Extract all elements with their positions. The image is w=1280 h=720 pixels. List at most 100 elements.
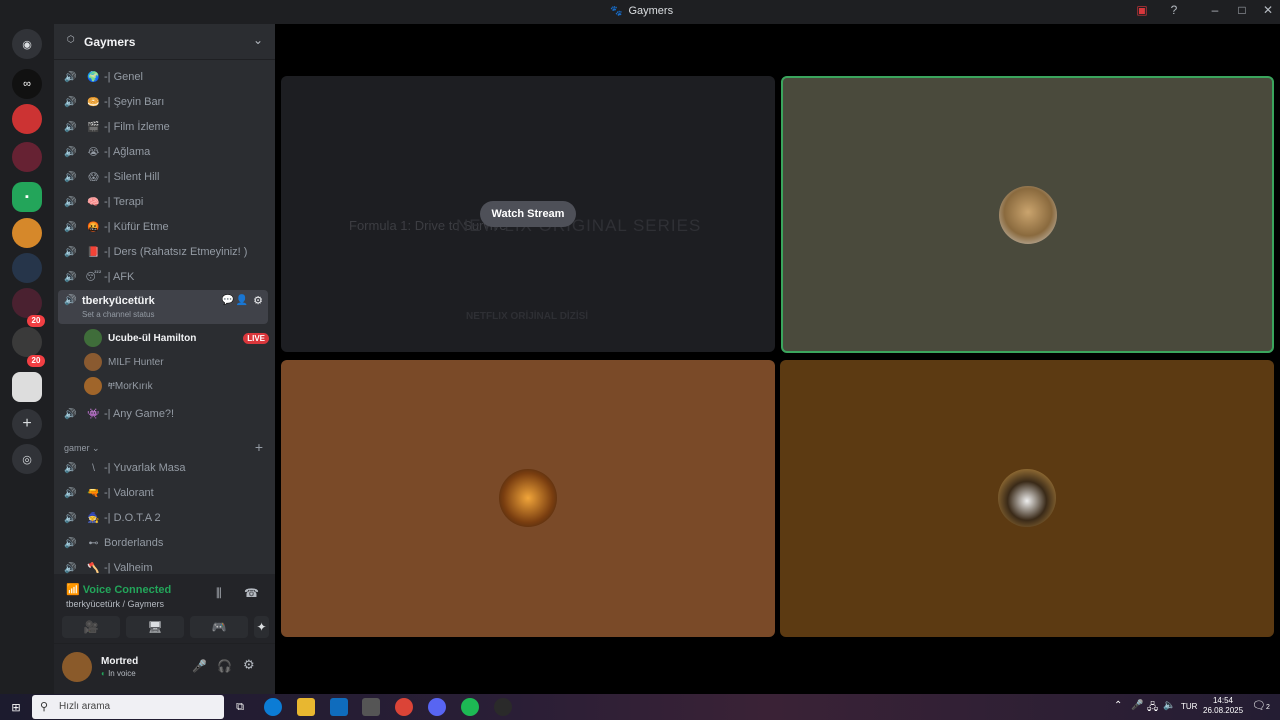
server-icon-6[interactable] [12, 288, 42, 318]
chat-icon[interactable]: 💬 [222, 295, 234, 306]
chevron-up-icon[interactable]: ⌃ [1114, 700, 1122, 711]
screen-share-button[interactable]: 🖥 [126, 616, 184, 638]
add-server-icon[interactable]: + [12, 409, 42, 439]
close-button[interactable]: ✕ [1257, 3, 1279, 17]
settings-gear-icon[interactable]: ⚙ [243, 657, 255, 673]
voice-channel[interactable]: 🔊 🌍 -| Genel [58, 66, 268, 88]
user-name: Mortred [101, 656, 139, 667]
task-view-icon[interactable]: ⧉ [231, 698, 249, 716]
language-indicator[interactable]: TUR [1181, 702, 1197, 711]
spotify-icon[interactable] [461, 698, 479, 716]
server-icon-5[interactable] [12, 253, 42, 283]
speaker-icon: 🔊 [64, 462, 77, 474]
outlook-icon[interactable] [330, 698, 348, 716]
voice-channel[interactable]: 🔊 🤬 -| Küfür Etme [58, 216, 268, 238]
activity-button[interactable]: 🎮 [190, 616, 248, 638]
voice-channel[interactable]: 🔊 😭 -| Ağlama [58, 141, 268, 163]
server-icon-2[interactable] [12, 142, 42, 172]
notification-icon[interactable]: 🗨2 [1252, 699, 1270, 712]
discord-home-icon[interactable]: ◉ [12, 29, 42, 59]
search-box[interactable]: ⚲ Hızlı arama [32, 695, 224, 719]
chevron-down-icon[interactable]: ⌄ [253, 33, 263, 47]
file-explorer-icon[interactable] [297, 698, 315, 716]
edge-icon[interactable] [264, 698, 282, 716]
channel-label: -| Valheim [104, 562, 153, 574]
voice-channel[interactable]: 🔊 👾 -| Any Game?! [58, 403, 268, 425]
server-icon-1[interactable] [12, 104, 42, 134]
voice-channel[interactable]: 🔊 🧙 -| D.O.T.A 2 [58, 507, 268, 529]
help-icon[interactable]: ? [1163, 3, 1185, 17]
server-icon-4[interactable] [12, 218, 42, 248]
notification-count: 2 [1265, 704, 1270, 711]
voice-user[interactable]: Ucube-ül Hamilton LIVE [84, 327, 269, 349]
voice-channel[interactable]: 🔊 ⊷ Borderlands [58, 532, 268, 554]
soundboard-button[interactable]: ✦ [254, 616, 269, 638]
category-label: gamer [64, 443, 90, 453]
stream-tile[interactable]: Formula 1: Drive to Survive NETFLIX ORIG… [281, 76, 775, 352]
maximize-button[interactable]: □ [1231, 3, 1253, 17]
voice-channel[interactable]: 🔊 🧠 -| Terapi [58, 191, 268, 213]
participant-tile-speaking[interactable] [781, 76, 1274, 353]
discord-icon[interactable] [428, 698, 446, 716]
speaker-icon: 🔊 [64, 537, 77, 549]
camera-button[interactable]: 🎥 [62, 616, 120, 638]
server-icon-3[interactable]: ▪ [12, 182, 42, 212]
voice-channel[interactable]: 🔊 😱 -| Silent Hill [58, 166, 268, 188]
gamepad-icon: 🎮 [211, 620, 227, 634]
speaker-icon: 🔊 [64, 146, 77, 158]
steam-icon[interactable] [494, 698, 512, 716]
channel-label: -| AFK [104, 271, 135, 283]
clock[interactable]: 14:54 26.08.2025 [1203, 696, 1243, 716]
add-channel-icon[interactable]: + [255, 439, 263, 455]
headphones-icon[interactable]: 🎧 [217, 659, 232, 673]
network-icon[interactable]: 🖧 [1147, 700, 1158, 717]
channel-label: -| D.O.T.A 2 [104, 512, 161, 524]
microphone-tray-icon[interactable]: 🎤 [1131, 700, 1143, 711]
volume-icon[interactable]: 🔈 [1163, 700, 1175, 711]
participant-tile[interactable] [281, 360, 775, 637]
screen-share-icon[interactable]: ▣ [1131, 3, 1153, 17]
category-header[interactable]: gamer ⌄ [64, 443, 100, 454]
windows-start-icon[interactable]: ⊞ [7, 698, 25, 716]
voice-location[interactable]: tberkyücetürk / Gaymers [66, 599, 164, 609]
voice-channel[interactable]: 🔊 🎬 -| Film İzleme [58, 116, 268, 138]
server-icon-infinity[interactable]: ∞ [12, 69, 42, 99]
user-name: ቸMorKırık [108, 380, 153, 392]
server-icon-7[interactable] [12, 327, 42, 357]
channel-emoji: 🔫 [87, 487, 100, 499]
voice-stage: Formula 1: Drive to Survive NETFLIX ORIG… [275, 24, 1280, 694]
avatar[interactable] [62, 652, 92, 682]
noise-suppression-icon[interactable]: ⫼ [216, 586, 222, 601]
speaker-icon: 🔊 [64, 221, 77, 233]
channel-status[interactable]: Set a channel status [82, 310, 155, 319]
watch-stream-button[interactable]: Watch Stream [480, 201, 576, 227]
voice-channel[interactable]: 🔊 📕 -| Ders (Rahatsız Etmeyiniz! ) [58, 241, 268, 263]
channel-label: -| Küfür Etme [104, 221, 169, 233]
invite-icon[interactable]: 👤 [236, 295, 248, 306]
explore-icon[interactable]: ◎ [12, 444, 42, 474]
store-icon[interactable] [362, 698, 380, 716]
channel-emoji: 🎬 [87, 121, 100, 133]
screen-share-icon: 🖥 [147, 620, 163, 634]
gear-icon[interactable]: ⚙ [253, 294, 263, 307]
active-voice-channel[interactable]: 🔊 tberkyücetürk Set a channel status 💬 👤… [58, 290, 268, 324]
voice-user[interactable]: MILF Hunter [84, 351, 269, 373]
microphone-icon[interactable]: 🎤 [192, 659, 207, 673]
voice-user[interactable]: ቸMorKırık [84, 375, 269, 397]
user-panel: Mortred ◐ In voice 🎤 🎧 ⚙ [54, 644, 275, 694]
voice-channel[interactable]: 🔊 🥯 -| Şeyin Barı [58, 91, 268, 113]
search-icon: ⚲ [40, 701, 49, 713]
channel-label: -| Film İzleme [104, 121, 170, 133]
voice-channel[interactable]: 🔊 \ -| Yuvarlak Masa [58, 457, 268, 479]
notification-badge: 20 [27, 355, 45, 367]
voice-channel[interactable]: 🔊 🔫 -| Valorant [58, 482, 268, 504]
voice-channel[interactable]: 🔊 😴 -| AFK [58, 266, 268, 288]
server-header[interactable]: ⬡ Gaymers ⌄ [54, 24, 275, 60]
channel-label: -| Şeyin Barı [104, 96, 165, 108]
server-icon-8[interactable] [12, 372, 42, 402]
soundboard-icon: ✦ [256, 620, 267, 634]
participant-tile[interactable] [780, 360, 1274, 637]
chrome-icon[interactable] [395, 698, 413, 716]
disconnect-icon[interactable]: ☎ [244, 586, 259, 600]
minimize-button[interactable]: – [1204, 3, 1226, 17]
